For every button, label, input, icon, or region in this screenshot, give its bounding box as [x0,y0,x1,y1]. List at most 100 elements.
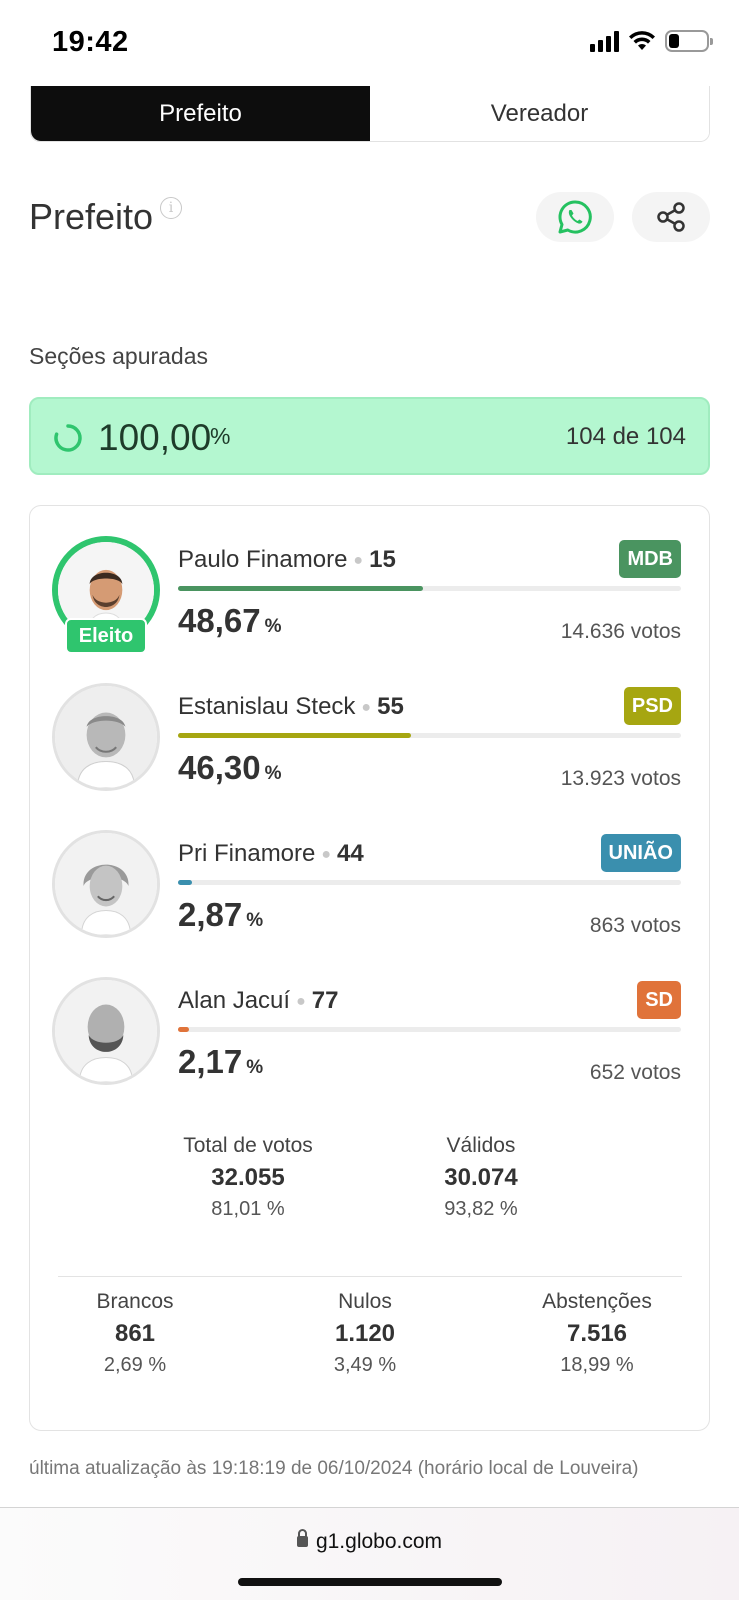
vote-bar-fill [178,1027,189,1032]
cellular-signal-icon [590,30,619,52]
stat-label: Brancos [96,1290,174,1313]
candidate-percent-line: 46,30% [178,749,282,787]
summary-divider [58,1276,682,1277]
party-badge: UNIÃO [600,834,681,872]
candidate-name: Paulo Finamore [178,546,348,573]
percent-unit: % [246,910,264,931]
candidate-votes: 13.923 votos [560,767,681,790]
info-icon[interactable]: i [160,197,182,219]
url-field[interactable]: g1.globo.com [0,1529,739,1554]
candidate-row[interactable]: Eleito Paulo Finamore ● 15 MDB 48,67% 14.6… [30,536,711,666]
tab-prefeito[interactable]: Prefeito [31,86,370,141]
elected-badge: Eleito [65,618,147,654]
stat-nulos: Nulos 1.120 3,49 % [265,1290,465,1377]
candidate-number: 55 [377,693,404,720]
stat-value: 7.516 [566,1320,628,1347]
candidate-name: Pri Finamore [178,840,316,867]
status-bar: 19:42 [0,0,739,88]
secoes-percent-sign: % [210,423,231,449]
candidate-avatar [52,683,160,791]
lock-icon [296,1529,308,1547]
section-title: Prefeito [29,196,154,237]
candidate-percent-line: 48,67% [178,602,282,640]
separator-dot: ● [361,698,372,716]
share-icon [657,202,685,232]
candidate-votes: 652 votos [589,1061,681,1084]
candidate-percent: 2,87 [178,896,243,933]
stat-percent: 93,82 % [444,1198,518,1220]
vote-bar-track [178,1027,681,1032]
candidate-percent: 46,30 [178,749,261,786]
percent-unit: % [246,1057,264,1078]
party-badge: PSD [623,687,681,725]
status-time: 19:42 [52,26,129,58]
candidate-name-line: Alan Jacuí ● 77 [178,987,338,1015]
stat-label: Nulos [338,1290,392,1313]
party-badge: MDB [619,540,681,578]
secoes-label: Seções apuradas [29,343,209,369]
secoes-percent: 100,00 [98,417,212,458]
stat-total-votos: Total de votos 32.055 81,01 % [148,1134,348,1221]
office-tabs: Prefeito Vereador [30,86,710,142]
stat-abstencoes: Abstenções 7.516 18,99 % [497,1290,697,1377]
candidate-name-line: Pri Finamore ● 44 [178,840,364,868]
candidate-avatar [52,830,160,938]
vote-bar-track [178,586,681,591]
candidate-name-line: Paulo Finamore ● 15 [178,546,396,574]
stat-value: 30.074 [444,1164,518,1191]
candidate-row[interactable]: Pri Finamore ● 44 UNIÃO 2,87% 863 votos [30,830,711,960]
percent-unit: % [264,763,282,784]
vote-bar-track [178,880,681,885]
browser-address-bar: g1.globo.com [0,1507,739,1600]
stat-validos: Válidos 30.074 93,82 % [381,1134,581,1221]
candidate-number: 77 [311,987,339,1014]
home-indicator[interactable] [238,1578,502,1586]
candidate-number: 15 [369,546,396,573]
loading-spinner-icon [54,424,82,452]
stat-percent: 81,01 % [211,1198,285,1220]
results-card: Eleito Paulo Finamore ● 15 MDB 48,67% 14.6… [29,505,710,1431]
stat-value: 32.055 [211,1164,285,1191]
party-badge: SD [637,981,681,1019]
stat-percent: 3,49 % [333,1354,397,1376]
separator-dot: ● [321,845,332,863]
candidate-number: 44 [337,840,364,867]
separator-dot: ● [353,551,364,569]
stat-brancos: Brancos 861 2,69 % [35,1290,235,1377]
vote-bar-fill [178,880,193,885]
battery-icon [665,30,713,52]
share-button[interactable] [632,192,710,242]
tab-vereador[interactable]: Vereador [370,86,709,141]
candidate-name: Alan Jacuí [178,987,291,1014]
stat-label: Total de votos [183,1134,313,1157]
candidate-row[interactable]: Estanislau Steck ● 55 PSD 46,30% 13.923 vo… [30,683,711,813]
candidate-percent: 48,67 [178,602,261,639]
candidate-percent-line: 2,87% [178,896,263,934]
percent-unit: % [264,616,282,637]
status-icons [590,30,713,52]
candidate-avatar [52,977,160,1085]
candidate-row[interactable]: Alan Jacuí ● 77 SD 2,17% 652 votos [30,977,711,1107]
url-text: g1.globo.com [315,1530,443,1553]
whatsapp-share-button[interactable] [536,192,614,242]
stat-value: 1.120 [334,1320,396,1347]
stat-label: Válidos [446,1134,516,1157]
candidate-votes: 14.636 votos [560,620,681,643]
stat-percent: 2,69 % [103,1354,167,1376]
candidate-percent-line: 2,17% [178,1043,263,1081]
candidate-name-line: Estanislau Steck ● 55 [178,693,404,721]
whatsapp-icon [558,200,592,234]
stat-percent: 18,99 % [560,1354,634,1376]
candidate-votes: 863 votos [589,914,681,937]
wifi-icon [629,31,655,50]
stat-value: 861 [114,1320,156,1347]
vote-bar-fill [178,586,423,591]
candidate-percent: 2,17 [178,1043,243,1080]
candidate-name: Estanislau Steck [178,693,356,720]
secoes-count: 104 de 104 [565,423,686,450]
last-update-text: última atualização às 19:18:19 de 06/10/… [29,1458,639,1479]
vote-bar-track [178,733,681,738]
secoes-progress-box: 100,00 % 104 de 104 [29,397,710,475]
stat-label: Abstenções [542,1290,652,1313]
separator-dot: ● [296,992,306,1010]
